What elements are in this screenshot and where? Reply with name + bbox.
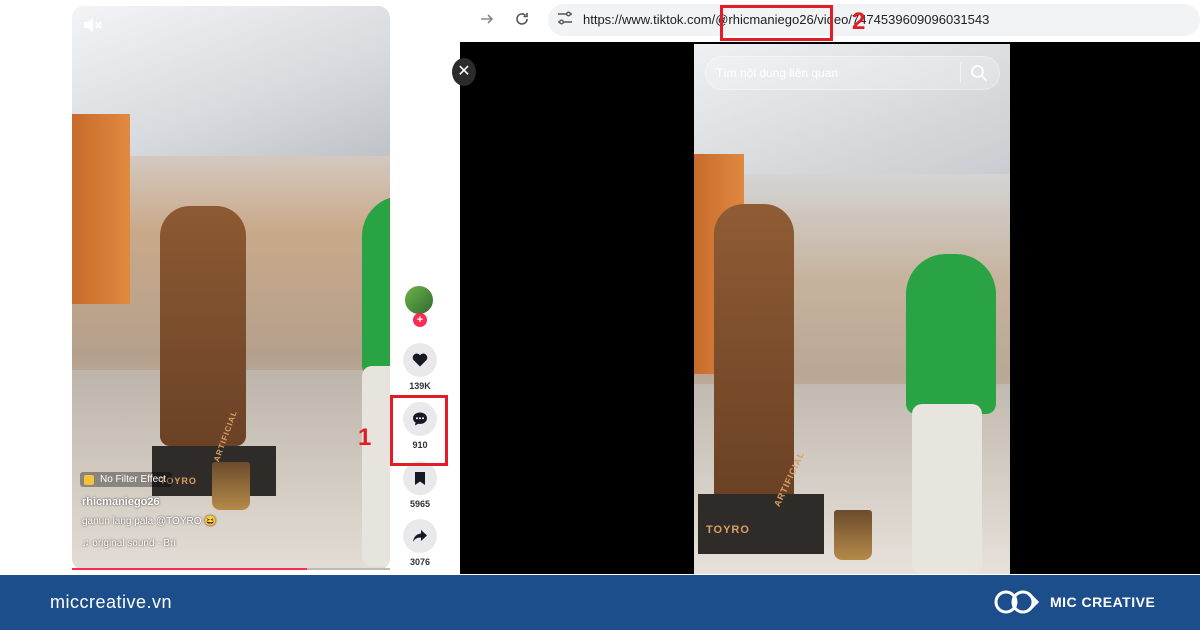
share-count: 3076: [409, 557, 431, 567]
save-count: 5965: [409, 499, 431, 509]
caption-text: ganun lang pala @TOYRO: [82, 516, 202, 527]
footer-brand-name: MIC CREATIVE: [1050, 594, 1156, 610]
step-number-1: 1: [358, 424, 372, 451]
highlight-box-comment: [390, 395, 448, 466]
effect-label: No Filter Effect: [100, 474, 166, 485]
video-progress-fill: [72, 568, 308, 570]
footer-site-url[interactable]: miccreative.vn: [50, 592, 172, 613]
player-statue-performer: [714, 204, 794, 504]
forward-icon[interactable]: [480, 12, 494, 31]
share-button[interactable]: [403, 519, 437, 553]
save-button[interactable]: [403, 461, 437, 495]
bookmark-icon: [415, 471, 425, 485]
player-tip-bucket: [834, 510, 872, 560]
player-person-pants: [912, 404, 982, 574]
share-arrow-icon: [413, 530, 427, 542]
video-progress-bar[interactable]: [72, 568, 390, 570]
close-icon: ✕: [457, 63, 471, 80]
sound-label: original sound - Bri: [92, 538, 176, 549]
person-pants: [362, 366, 390, 566]
mute-icon[interactable]: [82, 16, 102, 34]
player-pedestal-brand: TOYRO: [706, 524, 750, 536]
desktop-video-player[interactable]: TOYRO ARTIFICIAL: [694, 44, 1010, 574]
music-note-icon: ♫: [82, 538, 90, 549]
video-scene-wall: [72, 114, 130, 304]
search-divider: [960, 63, 961, 83]
like-button[interactable]: [403, 343, 437, 377]
related-search-placeholder[interactable]: Tìm nội dung liên quan: [716, 66, 838, 80]
follow-plus-icon[interactable]: +: [413, 313, 427, 327]
step-number-2: 2: [852, 8, 866, 35]
player-person-green-jacket: [906, 254, 996, 414]
share-action[interactable]: 3076: [400, 519, 440, 567]
person-green-jacket: [362, 196, 390, 376]
heart-icon: [412, 353, 428, 367]
effect-icon: [84, 474, 94, 485]
caption-emoji: 😆: [204, 516, 217, 527]
effect-badge[interactable]: No Filter Effect: [80, 472, 172, 487]
reload-icon[interactable]: [515, 12, 529, 31]
player-statue-pedestal: TOYRO ARTIFICIAL: [698, 450, 824, 554]
save-action[interactable]: 5965: [400, 461, 440, 509]
search-icon[interactable]: [970, 64, 988, 82]
like-count: 139K: [409, 381, 431, 391]
like-action[interactable]: 139K: [400, 343, 440, 391]
site-settings-icon[interactable]: [557, 11, 573, 25]
tip-bucket: [212, 462, 250, 510]
video-username[interactable]: rhicmaniego26: [82, 496, 160, 508]
close-viewer-button[interactable]: ✕: [452, 58, 476, 86]
highlight-box-username: [720, 5, 833, 41]
video-sound[interactable]: ♫ original sound - Bri: [82, 538, 176, 549]
video-caption: ganun lang pala @TOYRO 😆: [82, 516, 217, 527]
mic-creative-logo-icon: [994, 590, 1040, 614]
creator-avatar[interactable]: [403, 284, 435, 316]
